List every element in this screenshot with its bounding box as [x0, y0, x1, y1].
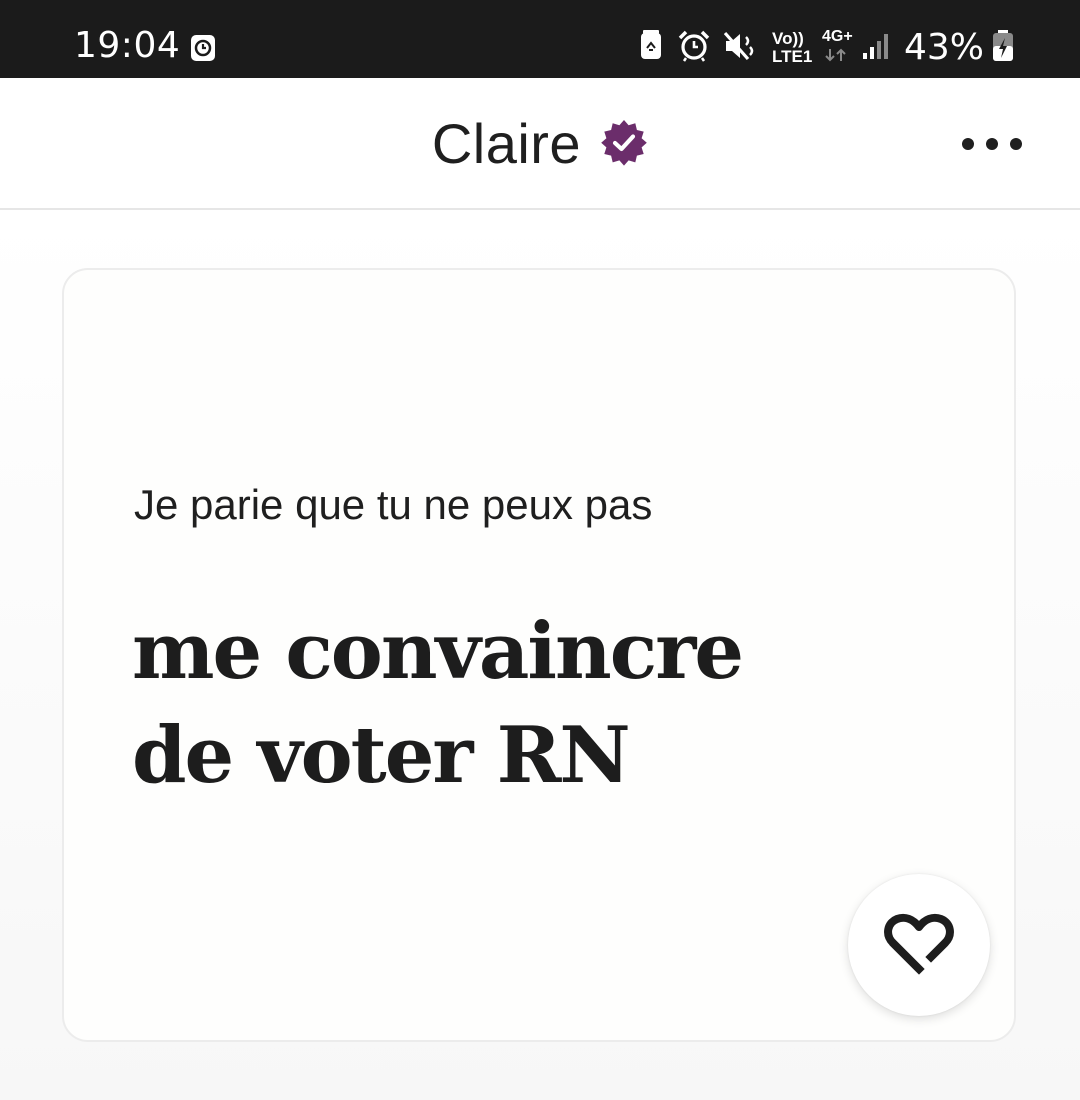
network-label: 4G+	[822, 28, 853, 45]
prompt-card[interactable]: Je parie que tu ne peux pas me convaincr…	[62, 268, 1016, 1042]
header-title-group: Claire	[0, 112, 1080, 176]
battery-charging-icon	[993, 30, 1013, 61]
signal-icon	[863, 34, 888, 59]
verified-badge-icon[interactable]	[600, 118, 648, 166]
heart-icon	[884, 913, 954, 975]
prompt-answer: me convaincre de voter RN	[132, 606, 744, 801]
battery-saver-icon	[641, 30, 661, 59]
more-options-dot	[1010, 138, 1022, 150]
more-options-icon	[962, 138, 974, 150]
status-time: 19:04	[74, 25, 181, 66]
data-arrows-icon	[825, 48, 846, 62]
like-button[interactable]	[848, 874, 990, 1016]
lte-label: LTE1	[772, 47, 813, 66]
more-options-dot	[986, 138, 998, 150]
more-options-button[interactable]	[962, 128, 1022, 160]
mute-icon	[724, 31, 754, 61]
battery-percent: 43%	[904, 27, 985, 68]
profile-name: Claire	[431, 112, 582, 175]
status-bar: 19:04 Vo)) LTE1 4G+ 43%	[0, 0, 1080, 78]
status-icons: Vo)) LTE1 4G+ 43%	[640, 18, 1013, 68]
profile-header: Claire	[0, 78, 1080, 210]
alarm-icon	[678, 30, 710, 62]
clock-app-icon	[191, 35, 215, 61]
volte-label: Vo))	[772, 29, 804, 48]
prompt-question: Je parie que tu ne peux pas	[134, 481, 653, 528]
